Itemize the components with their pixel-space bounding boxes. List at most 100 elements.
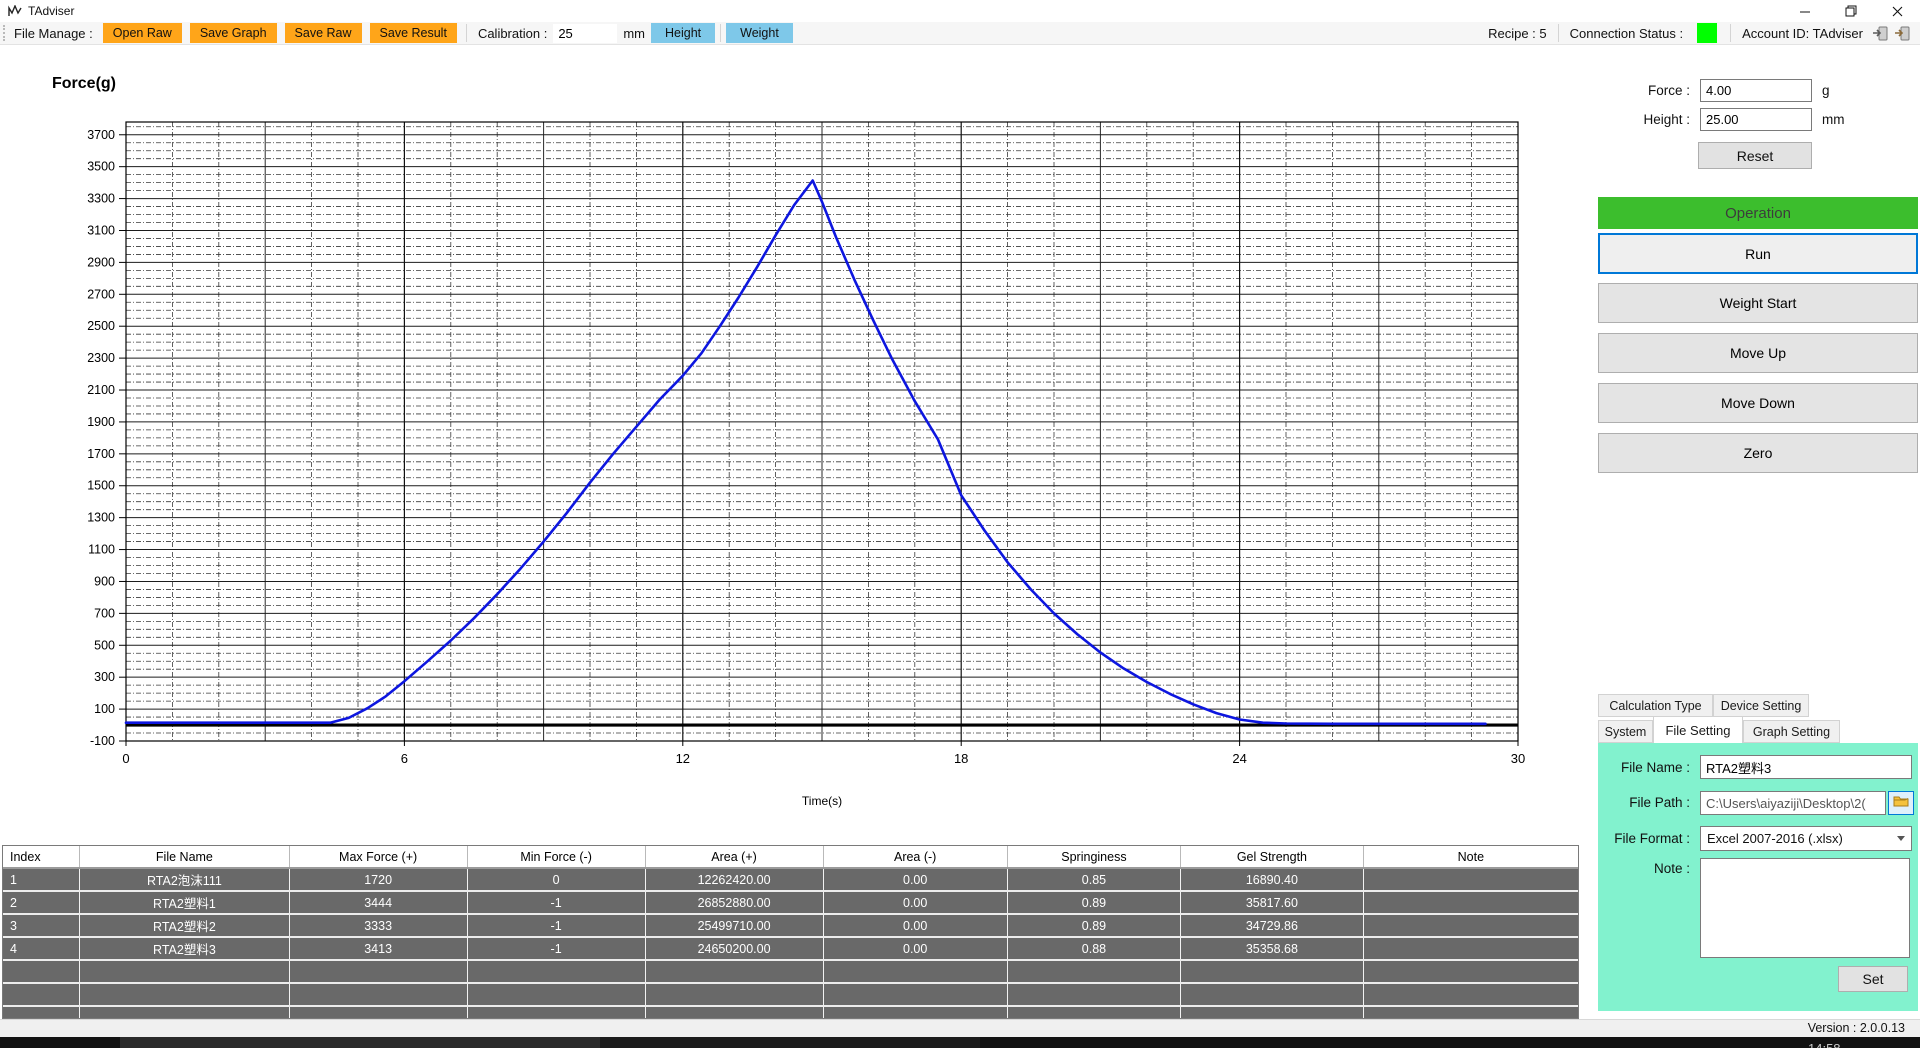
- cell: RTA2塑料3: [80, 938, 289, 959]
- svg-text:700: 700: [94, 606, 115, 620]
- cell: [468, 1007, 646, 1019]
- window-title: TAdviser: [28, 4, 74, 18]
- taskbar-clock: 14:58: [1808, 1041, 1841, 1048]
- table-row[interactable]: 4 RTA2塑料3 3413 -1 24650200.00 0.00 0.88 …: [3, 938, 1578, 961]
- login-icon[interactable]: [1872, 26, 1888, 41]
- col-header-springiness: Springiness: [1008, 846, 1181, 867]
- svg-text:30: 30: [1511, 751, 1525, 766]
- table-row-empty[interactable]: [3, 1007, 1578, 1019]
- cell: [468, 984, 646, 1005]
- run-button[interactable]: Run: [1598, 233, 1918, 274]
- connection-status-indicator: [1697, 23, 1717, 43]
- tab-calculation-type[interactable]: Calculation Type: [1598, 694, 1713, 717]
- cell: [1008, 1007, 1181, 1019]
- title-bar: TAdviser: [0, 0, 1920, 22]
- browse-folder-button[interactable]: [1888, 791, 1914, 815]
- table-row[interactable]: 2 RTA2塑料1 3444 -1 26852880.00 0.00 0.89 …: [3, 892, 1578, 915]
- zero-button[interactable]: Zero: [1598, 433, 1918, 473]
- table-row-empty[interactable]: [3, 984, 1578, 1007]
- svg-text:6: 6: [401, 751, 408, 766]
- cell: -1: [468, 892, 646, 913]
- cell: [1364, 1007, 1578, 1019]
- close-button[interactable]: [1874, 0, 1920, 22]
- set-button[interactable]: Set: [1838, 966, 1908, 992]
- save-result-button[interactable]: Save Result: [370, 23, 457, 43]
- calibration-input[interactable]: [553, 24, 617, 43]
- results-table[interactable]: Index File Name Max Force (+) Min Force …: [2, 845, 1579, 1019]
- cell: [1181, 961, 1364, 982]
- force-input[interactable]: [1700, 79, 1812, 102]
- folder-icon: [1893, 794, 1909, 812]
- weight-start-button[interactable]: Weight Start: [1598, 283, 1918, 323]
- svg-text:0: 0: [122, 751, 129, 766]
- account-id-label: Account ID: TAdviser: [1742, 26, 1863, 41]
- cell: [3, 984, 80, 1005]
- cell: RTA2塑料1: [80, 892, 289, 913]
- height-label: Height :: [1590, 112, 1690, 127]
- svg-text:3300: 3300: [87, 192, 115, 206]
- cell: 25499710.00: [646, 915, 824, 936]
- table-row-empty[interactable]: [3, 961, 1578, 984]
- col-header-max-force: Max Force (+): [290, 846, 468, 867]
- col-header-area-pos: Area (+): [646, 846, 824, 867]
- taskbar[interactable]: 14:58: [0, 1037, 1920, 1048]
- save-graph-button[interactable]: Save Graph: [190, 23, 277, 43]
- cell: [290, 1007, 468, 1019]
- file-format-select[interactable]: Excel 2007-2016 (.xlsx): [1700, 826, 1912, 851]
- move-down-button[interactable]: Move Down: [1598, 383, 1918, 423]
- force-unit: g: [1822, 83, 1830, 98]
- minimize-button[interactable]: [1782, 0, 1828, 22]
- svg-text:100: 100: [94, 702, 115, 716]
- file-manage-label: File Manage :: [14, 26, 93, 41]
- note-textarea[interactable]: [1700, 858, 1910, 958]
- height-button[interactable]: Height: [651, 23, 715, 43]
- toolbar-grip: [3, 25, 8, 41]
- cell: [1364, 938, 1578, 959]
- svg-text:12: 12: [676, 751, 690, 766]
- cell: 1720: [290, 869, 468, 890]
- cell: [80, 1007, 289, 1019]
- connection-status-label: Connection Status :: [1570, 26, 1683, 41]
- reset-button[interactable]: Reset: [1698, 142, 1812, 169]
- col-header-gel-strength: Gel Strength: [1181, 846, 1364, 867]
- svg-text:1100: 1100: [88, 543, 115, 557]
- tab-system[interactable]: System: [1598, 720, 1653, 743]
- cell: 34729.86: [1181, 915, 1364, 936]
- cell: 24650200.00: [646, 938, 824, 959]
- tab-device-setting[interactable]: Device Setting: [1713, 694, 1809, 717]
- cell: RTA2塑料2: [80, 915, 289, 936]
- separator: [466, 24, 467, 42]
- table-row[interactable]: 3 RTA2塑料2 3333 -1 25499710.00 0.00 0.89 …: [3, 915, 1578, 938]
- cell: [80, 961, 289, 982]
- height-input[interactable]: [1700, 108, 1812, 131]
- logout-icon[interactable]: [1894, 26, 1910, 41]
- table-row[interactable]: 1 RTA2泡沫111 1720 0 12262420.00 0.00 0.85…: [3, 869, 1578, 892]
- cell: [824, 961, 1008, 982]
- cell: [1008, 961, 1181, 982]
- cell: 35358.68: [1181, 938, 1364, 959]
- col-header-min-force: Min Force (-): [468, 846, 646, 867]
- cell: [1181, 1007, 1364, 1019]
- tab-graph-setting[interactable]: Graph Setting: [1743, 720, 1840, 743]
- cell: 12262420.00: [646, 869, 824, 890]
- cell: 0: [468, 869, 646, 890]
- move-up-button[interactable]: Move Up: [1598, 333, 1918, 373]
- version-label: Version : 2.0.0.13: [1808, 1021, 1905, 1035]
- file-name-label: File Name :: [1594, 760, 1690, 775]
- open-raw-button[interactable]: Open Raw: [103, 23, 182, 43]
- cell: [646, 1007, 824, 1019]
- save-raw-button[interactable]: Save Raw: [285, 23, 362, 43]
- cell: 16890.40: [1181, 869, 1364, 890]
- cell: [3, 961, 80, 982]
- calibration-unit: mm: [623, 26, 645, 41]
- status-bar: Version : 2.0.0.13: [0, 1019, 1920, 1037]
- tab-file-setting[interactable]: File Setting: [1653, 716, 1743, 743]
- cell: 1: [3, 869, 80, 890]
- cell: -1: [468, 915, 646, 936]
- restore-button[interactable]: [1828, 0, 1874, 22]
- table-header-row: Index File Name Max Force (+) Min Force …: [3, 846, 1578, 869]
- svg-text:1900: 1900: [87, 415, 115, 429]
- weight-button[interactable]: Weight: [726, 23, 793, 43]
- file-path-input[interactable]: [1700, 791, 1886, 815]
- file-name-input[interactable]: [1700, 755, 1912, 779]
